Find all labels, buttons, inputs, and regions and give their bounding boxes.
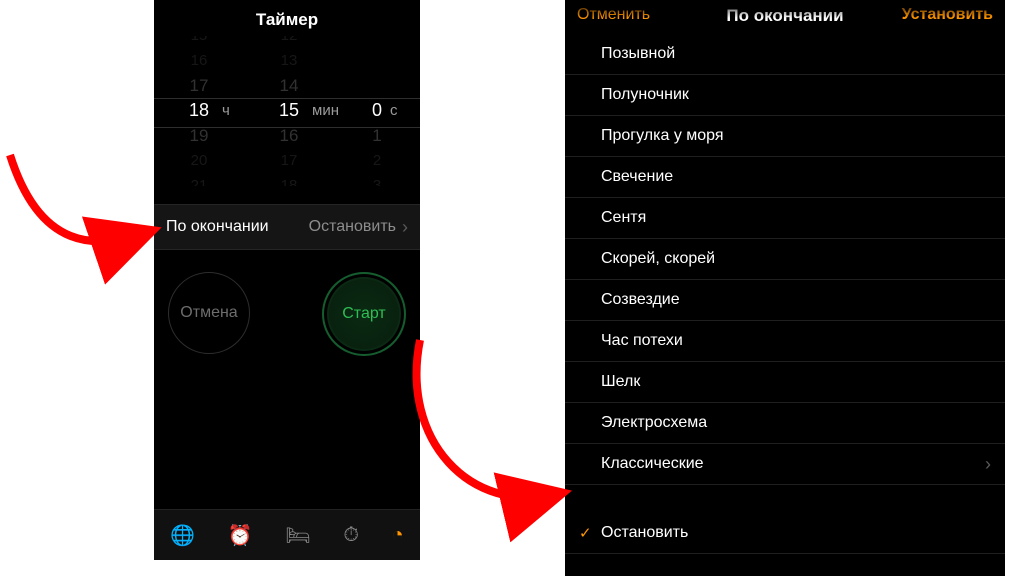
picker-row[interactable]: 12 (244, 36, 334, 48)
screen-title: Таймер (154, 0, 420, 36)
picker-row[interactable]: 18 (154, 98, 244, 123)
sound-picker-screen: Отменить По окончании Установить Позывно… (565, 0, 1005, 555)
sound-row[interactable]: Скорей, скорей (565, 239, 1005, 280)
tab-bar: 🌐 ⏰ 🛏 ⏱ ◔ (154, 509, 420, 560)
sound-label: Классические (601, 455, 985, 473)
chevron-right-icon: › (985, 454, 991, 475)
picker-row[interactable]: 15 (154, 36, 244, 48)
sound-list: Позывной Полуночник Прогулка у моря Свечени… (565, 34, 1005, 485)
checkmark-icon: ✓ (579, 524, 601, 542)
sound-label: Свечение (601, 168, 991, 186)
sound-row[interactable]: Позывной (565, 34, 1005, 75)
picker-row[interactable]: 2 (334, 148, 420, 173)
when-ends-value: Остановить (309, 218, 396, 236)
picker-row[interactable]: 19 (154, 123, 244, 148)
stop-playing-label: Остановить (601, 524, 991, 542)
sound-row[interactable]: Свечение (565, 157, 1005, 198)
sound-row[interactable]: Полуночник (565, 75, 1005, 116)
picker-row[interactable]: 14 (244, 73, 334, 98)
sound-label: Электросхема (601, 414, 991, 432)
sound-label: Созвездие (601, 291, 991, 309)
picker-row[interactable]: 3 (334, 173, 420, 186)
picker-row[interactable]: 16 (244, 123, 334, 148)
sound-label: Сентя (601, 209, 991, 227)
duration-picker[interactable]: ч мин с 15161718192021121314151617180123 (154, 36, 420, 186)
tab-bedtime-icon[interactable]: 🛏 (285, 523, 310, 548)
sound-row[interactable]: Шелк (565, 362, 1005, 403)
cancel-button[interactable]: Отмена (168, 272, 250, 354)
picker-row[interactable]: 20 (154, 148, 244, 173)
tab-stopwatch-icon[interactable]: ⏱ (343, 524, 359, 547)
arrow-annotation-2 (417, 340, 558, 498)
picker-row[interactable]: 0 (334, 98, 420, 123)
sound-row[interactable]: Электросхема (565, 403, 1005, 444)
timer-screen: Таймер ч мин с 1516171819202112131415161… (154, 0, 420, 560)
sound-label: Шелк (601, 373, 991, 391)
sound-label: Полуночник (601, 86, 991, 104)
sound-label: Позывной (601, 45, 991, 63)
sound-row[interactable]: Созвездие (565, 280, 1005, 321)
sound-row[interactable]: Классические› (565, 444, 1005, 485)
picker-row[interactable]: 16 (154, 48, 244, 73)
picker-row[interactable] (334, 48, 420, 73)
arrow-annotation-1 (10, 155, 148, 241)
start-button[interactable]: Старт (322, 272, 406, 356)
sound-row[interactable]: Сентя (565, 198, 1005, 239)
when-timer-ends-row[interactable]: По окончании Остановить › (154, 204, 420, 250)
picker-row[interactable]: 17 (154, 73, 244, 98)
tab-timer-icon[interactable]: ◔ (392, 524, 404, 547)
sound-row[interactable]: Час потехи (565, 321, 1005, 362)
sound-row[interactable]: Прогулка у моря (565, 116, 1005, 157)
chevron-right-icon: › (402, 217, 408, 238)
picker-row[interactable] (334, 73, 420, 98)
sound-label: Прогулка у моря (601, 127, 991, 145)
picker-row[interactable]: 17 (244, 148, 334, 173)
stop-playing-row[interactable]: ✓ Остановить (565, 513, 1005, 554)
picker-row[interactable]: 1 (334, 123, 420, 148)
picker-row[interactable]: 15 (244, 98, 334, 123)
sound-label: Скорей, скорей (601, 250, 991, 268)
picker-row[interactable]: 13 (244, 48, 334, 73)
tab-world-clock-icon[interactable]: 🌐 (170, 523, 195, 548)
picker-row[interactable] (334, 36, 420, 48)
picker-row[interactable]: 18 (244, 173, 334, 186)
picker-row[interactable]: 21 (154, 173, 244, 186)
tab-alarm-icon[interactable]: ⏰ (228, 523, 253, 548)
when-ends-label: По окончании (166, 218, 269, 236)
sound-label: Час потехи (601, 332, 991, 350)
